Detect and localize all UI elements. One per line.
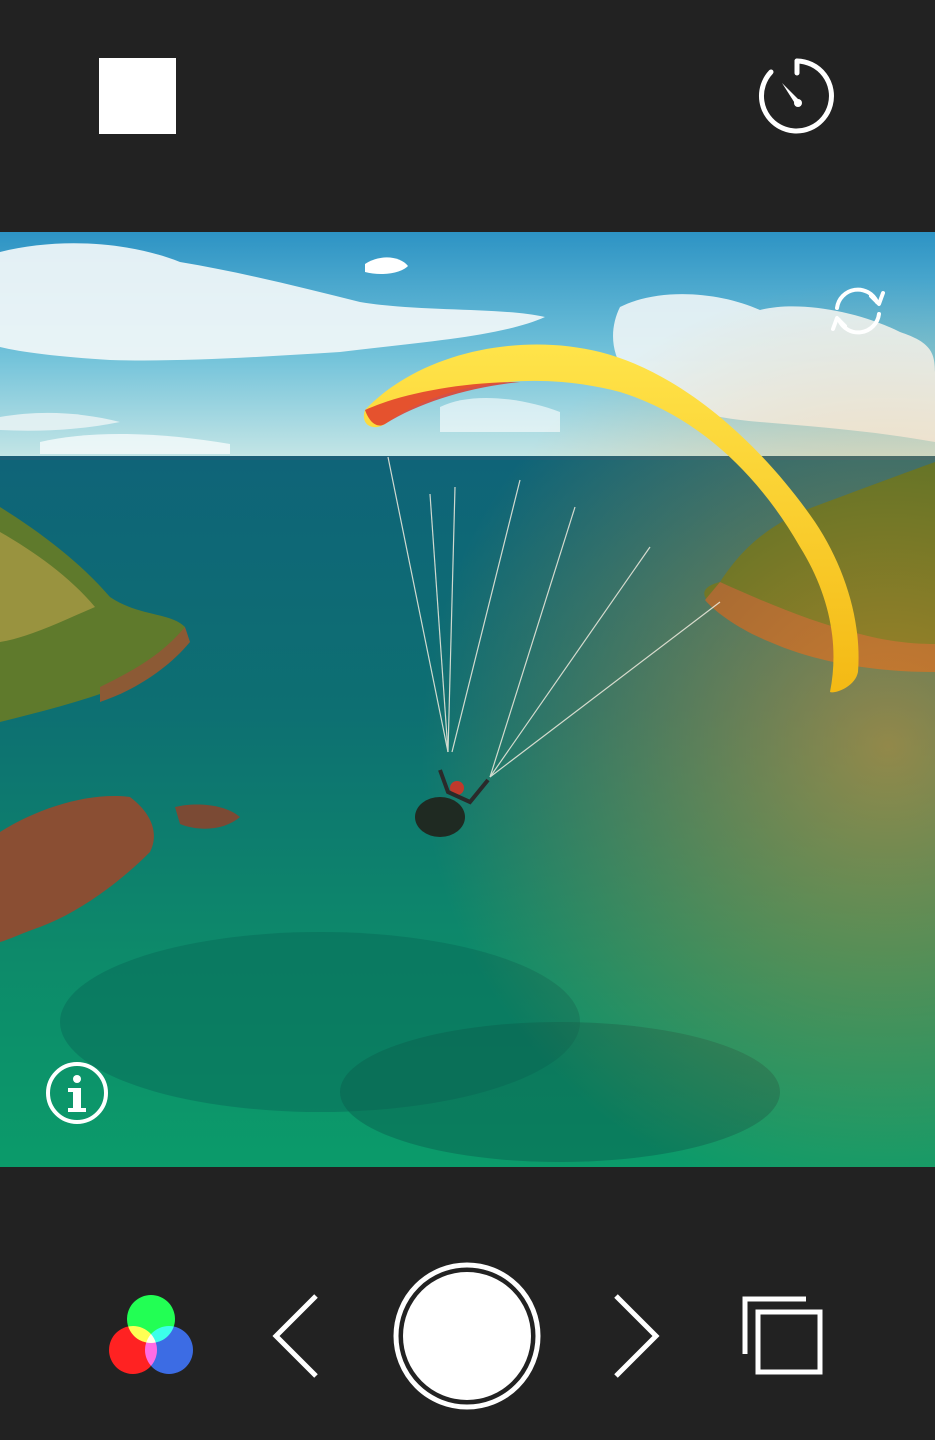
- previous-filter-button[interactable]: [268, 1290, 324, 1382]
- rgb-filter-icon: [109, 1295, 193, 1374]
- switch-camera-icon: [831, 287, 885, 335]
- filter-button[interactable]: [106, 1292, 196, 1380]
- shutter-button[interactable]: [392, 1261, 542, 1411]
- timer-icon: [759, 58, 834, 134]
- preview-image: [0, 232, 935, 1167]
- switch-camera-button[interactable]: [825, 282, 891, 340]
- chevron-left-icon: [272, 1294, 318, 1378]
- next-filter-button[interactable]: [608, 1290, 664, 1382]
- aspect-ratio-button[interactable]: [99, 58, 176, 134]
- info-button[interactable]: [44, 1060, 110, 1126]
- chevron-right-icon: [614, 1294, 660, 1378]
- info-icon: [46, 1062, 108, 1124]
- gallery-button[interactable]: [738, 1292, 828, 1378]
- timer-button[interactable]: [756, 55, 838, 137]
- camera-preview[interactable]: [0, 232, 935, 1167]
- shutter-icon: [393, 1262, 541, 1410]
- gallery-icon: [742, 1296, 823, 1375]
